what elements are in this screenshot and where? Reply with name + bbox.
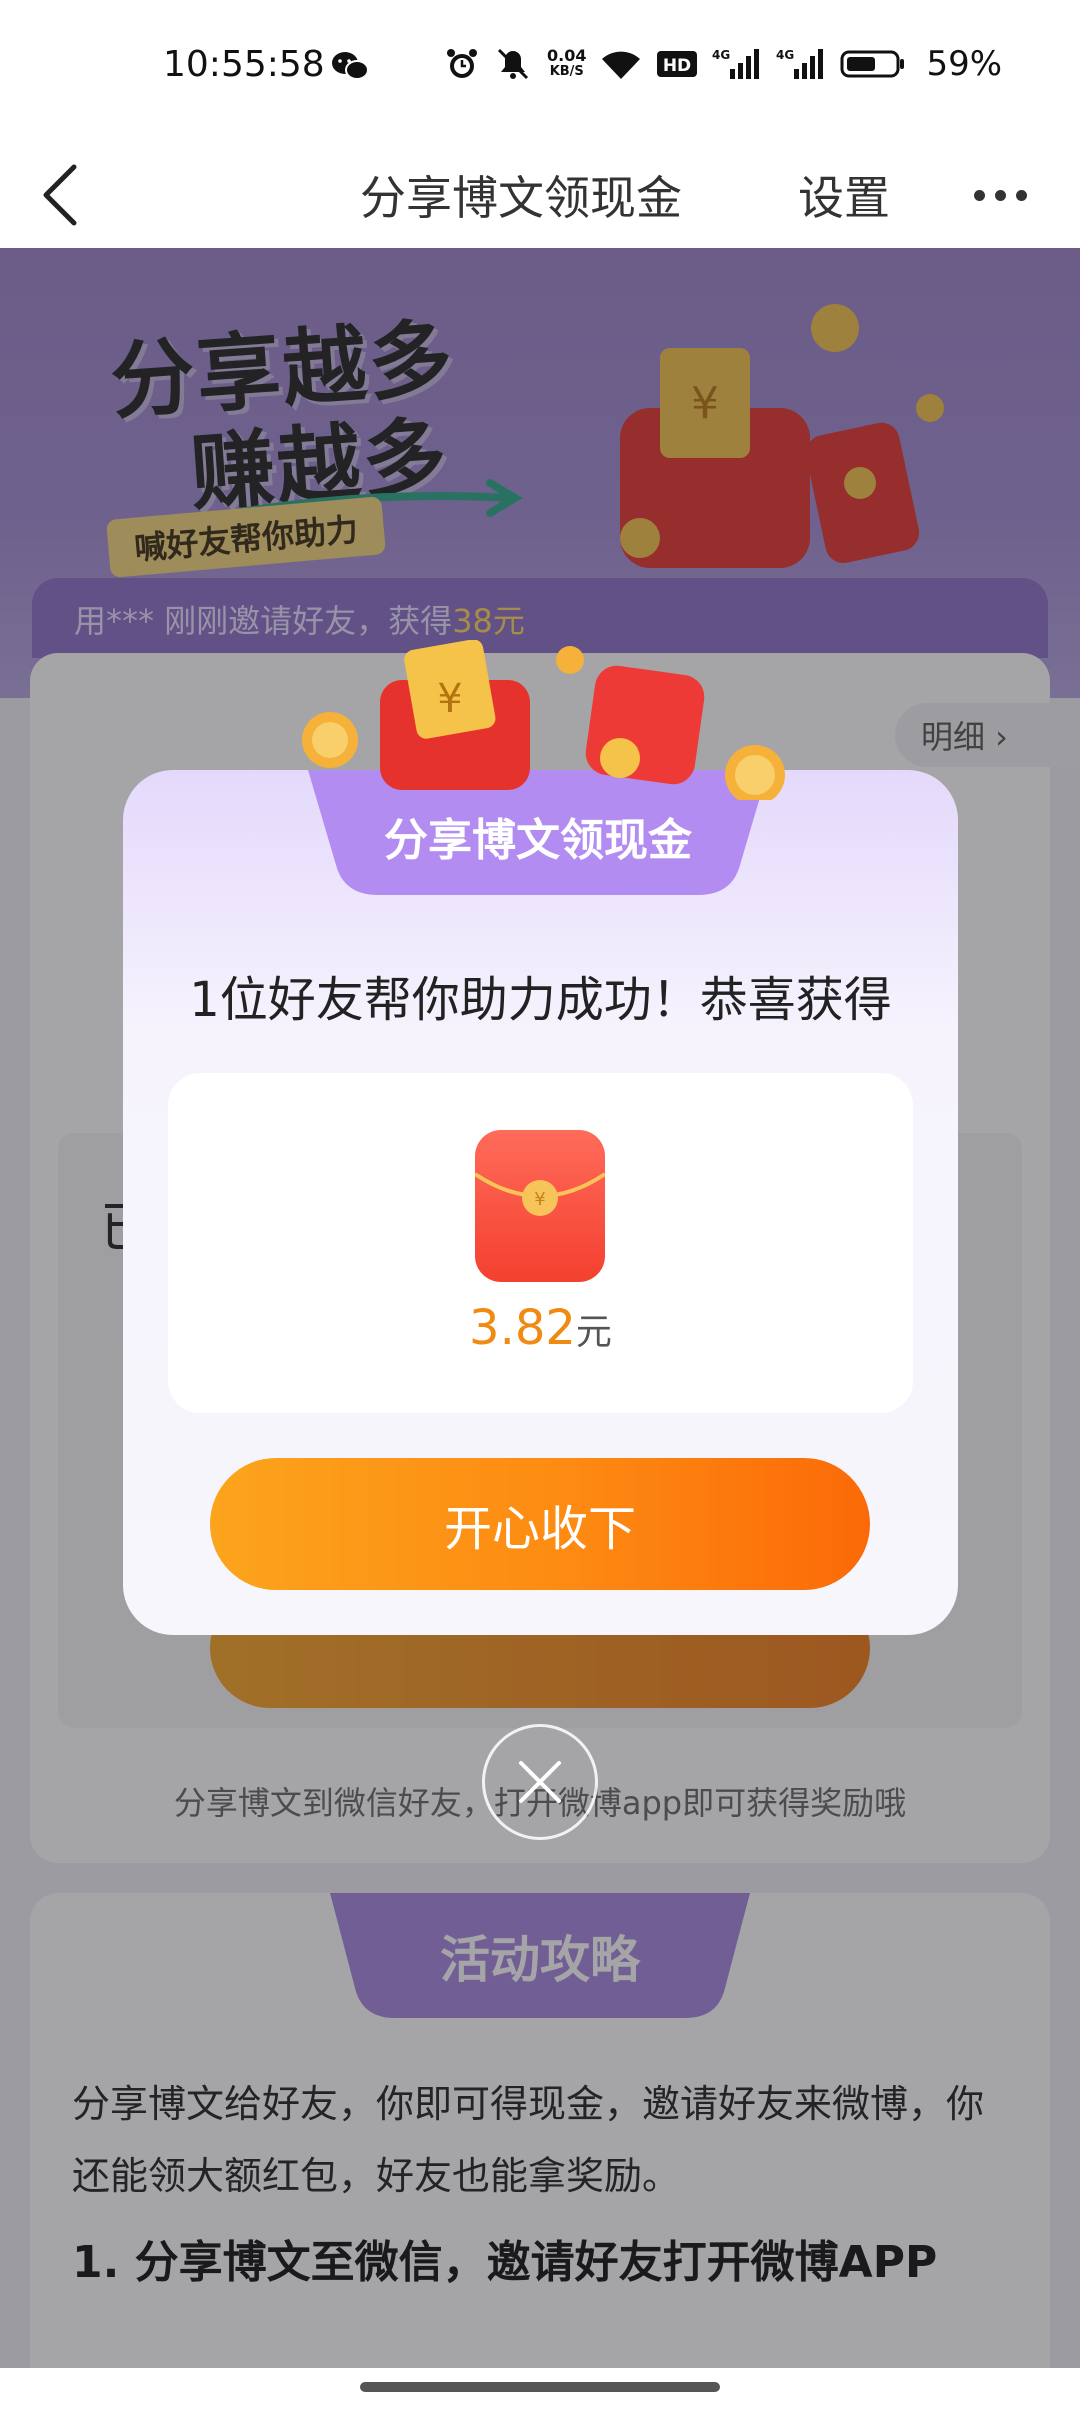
- signal-icon: 4G: [712, 48, 760, 79]
- svg-text:HD: HD: [663, 56, 691, 76]
- more-dots-icon: [973, 189, 985, 201]
- back-button[interactable]: [30, 150, 90, 240]
- battery-icon: [840, 50, 905, 78]
- status-bar: 10:55:58 0.04 KB/S HD 4G 4G 59%: [0, 0, 1080, 140]
- more-button[interactable]: [960, 160, 1040, 230]
- red-packet-icon: ¥: [475, 1130, 605, 1282]
- svg-text:4G: 4G: [712, 48, 730, 62]
- svg-text:¥: ¥: [534, 1189, 545, 1210]
- settings-link[interactable]: 设置: [798, 162, 890, 228]
- modal-title: 分享博文领现金: [384, 815, 692, 866]
- page-title: 分享博文领现金: [360, 171, 682, 225]
- reward-unit: 元: [575, 1312, 612, 1353]
- nav-bar: 分享博文领现金 设置: [0, 140, 1080, 248]
- status-time: 10:55:58: [163, 44, 325, 85]
- mute-icon: [497, 48, 529, 80]
- reward-amount: 3.82元: [168, 1300, 913, 1356]
- red-envelope-art: ¥: [302, 640, 785, 800]
- close-button[interactable]: [482, 1724, 598, 1840]
- status-icons: 0.04 KB/S HD 4G 4G 59%: [445, 44, 1002, 84]
- alarm-icon: [447, 49, 477, 78]
- home-gesture-bar[interactable]: [360, 2382, 720, 2392]
- svg-text:¥: ¥: [437, 676, 462, 722]
- svg-text:4G: 4G: [776, 48, 794, 62]
- net-speed: 0.04 KB/S: [547, 46, 587, 80]
- more-dots-icon: [1015, 189, 1027, 201]
- wifi-icon: [602, 51, 641, 79]
- more-dots-icon: [994, 189, 1006, 201]
- accept-button[interactable]: 开心收下: [210, 1458, 870, 1590]
- battery-percent: 59%: [926, 44, 1003, 84]
- close-icon: [519, 1761, 561, 1803]
- modal-message: 1位好友帮你助力成功！恭喜获得: [189, 972, 892, 1028]
- chevron-left-icon: [43, 164, 77, 226]
- wechat-icon: [332, 52, 369, 80]
- reward-value: 3.82: [469, 1300, 576, 1356]
- hd-icon: HD: [657, 51, 698, 77]
- signal-icon: 4G: [776, 48, 824, 79]
